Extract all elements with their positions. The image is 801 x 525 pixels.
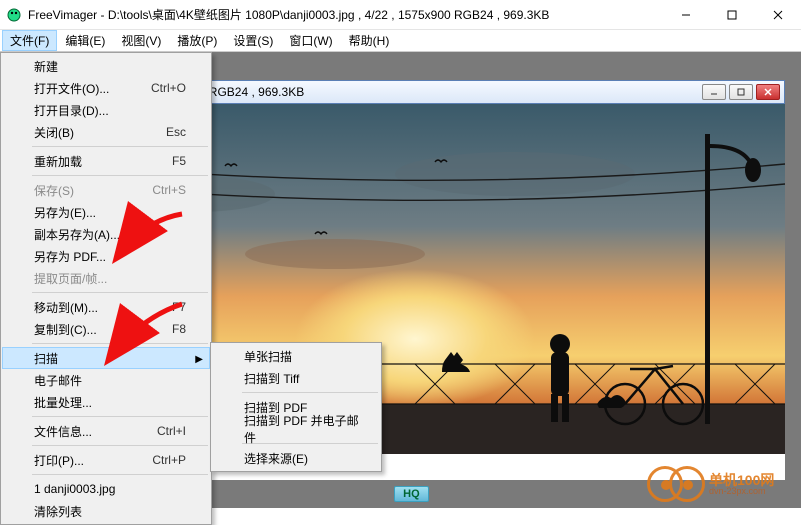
window-title: FreeVimager - D:\tools\桌面\4K壁纸图片 1080P\d… bbox=[28, 6, 663, 23]
menu-item-label: 新建 bbox=[34, 58, 58, 75]
menu-item[interactable]: 扫描到 PDF 并电子邮件 bbox=[212, 418, 380, 440]
menu-item-label: 打开目录(D)... bbox=[34, 102, 109, 119]
menu-item[interactable]: 新建 bbox=[2, 55, 210, 77]
menu-window[interactable]: 窗口(W) bbox=[281, 30, 340, 51]
menu-settings[interactable]: 设置(S) bbox=[225, 30, 281, 51]
menu-item-label: 打开文件(O)... bbox=[34, 80, 109, 97]
file-path: D:\tools\桌面\4K壁纸图片 1080P\danji0003.jpg ,… bbox=[108, 8, 550, 22]
menu-item-label: 1 danji0003.jpg bbox=[34, 482, 115, 496]
watermark-url: dvn-23px.com bbox=[709, 487, 774, 496]
menu-item-label: 扫描到 Tiff bbox=[244, 370, 299, 387]
menu-separator bbox=[32, 175, 208, 176]
child-close-button[interactable] bbox=[756, 84, 780, 100]
menu-item[interactable]: 打开文件(O)... Ctrl+O bbox=[2, 77, 210, 99]
menu-item-label: 打印(P)... bbox=[34, 452, 84, 469]
menu-item[interactable]: 清除列表 bbox=[2, 500, 210, 522]
site-watermark: 单机100网 dvn-23px.com bbox=[647, 462, 797, 506]
minimize-button[interactable] bbox=[663, 0, 709, 29]
close-button[interactable] bbox=[755, 0, 801, 29]
menu-item-label: 扫描到 PDF 并电子邮件 bbox=[244, 412, 360, 446]
menu-edit[interactable]: 编辑(E) bbox=[57, 30, 113, 51]
menu-item[interactable]: 关闭(B) Esc bbox=[2, 121, 210, 143]
menu-item[interactable]: 批量处理... bbox=[2, 391, 210, 413]
mdi-client: danji0003.jpg , 4/22 , 1575x900 RGB24 , … bbox=[0, 52, 801, 508]
menu-item-label: 文件信息... bbox=[34, 423, 92, 440]
menu-item-label: 电子邮件 bbox=[34, 372, 82, 389]
menu-separator bbox=[32, 416, 208, 417]
menu-item-label: 扫描 bbox=[34, 350, 58, 367]
menu-shortcut: Ctrl+P bbox=[152, 453, 186, 467]
menu-item-label: 副本另存为(A)... bbox=[34, 226, 120, 243]
menu-shortcut: Ctrl+S bbox=[152, 183, 186, 197]
menu-item[interactable]: 扫描到 Tiff bbox=[212, 367, 380, 389]
menu-file[interactable]: 文件(F) bbox=[2, 30, 57, 51]
menu-item-label: 另存为 PDF... bbox=[34, 248, 106, 265]
menu-item[interactable]: 打印(P)... Ctrl+P bbox=[2, 449, 210, 471]
menu-shortcut: Ctrl+I bbox=[157, 424, 186, 438]
scan-submenu: 单张扫描扫描到 Tiff扫描到 PDF扫描到 PDF 并电子邮件选择来源(E) bbox=[210, 342, 382, 472]
menu-playback[interactable]: 播放(P) bbox=[169, 30, 225, 51]
maximize-button[interactable] bbox=[709, 0, 755, 29]
menubar: 文件(F) 编辑(E) 视图(V) 播放(P) 设置(S) 窗口(W) 帮助(H… bbox=[0, 30, 801, 52]
annotation-arrow bbox=[110, 210, 190, 275]
menu-separator bbox=[32, 292, 208, 293]
menu-separator bbox=[32, 146, 208, 147]
menu-item[interactable]: 1 danji0003.jpg bbox=[2, 478, 210, 500]
menu-item-label: 复制到(C)... bbox=[34, 321, 97, 338]
hq-button[interactable]: HQ bbox=[394, 486, 429, 502]
app-name: FreeVimager bbox=[28, 8, 97, 22]
watermark-icon bbox=[669, 466, 705, 502]
menu-shortcut: F5 bbox=[172, 154, 186, 168]
annotation-arrow bbox=[100, 300, 190, 375]
menu-item: 保存(S) Ctrl+S bbox=[2, 179, 210, 201]
menu-item-label: 选择来源(E) bbox=[244, 450, 308, 467]
app-icon bbox=[6, 7, 22, 23]
menu-item[interactable]: 打开目录(D)... bbox=[2, 99, 210, 121]
menu-item-label: 批量处理... bbox=[34, 394, 92, 411]
menu-item-label: 关闭(B) bbox=[34, 124, 74, 141]
submenu-arrow-icon: ▶ bbox=[195, 354, 203, 365]
menu-item-label: 移动到(M)... bbox=[34, 299, 98, 316]
menu-item[interactable]: 选择来源(E) bbox=[212, 447, 380, 469]
menu-item-label: 单张扫描 bbox=[244, 348, 292, 365]
menu-separator bbox=[242, 392, 378, 393]
menu-item-label: 另存为(E)... bbox=[34, 204, 96, 221]
file-menu-dropdown: 新建打开文件(O)... Ctrl+O 打开目录(D)... 关闭(B) Esc 重新加载… bbox=[0, 52, 212, 525]
menu-separator bbox=[32, 474, 208, 475]
child-maximize-button[interactable] bbox=[729, 84, 753, 100]
menu-item-label: 保存(S) bbox=[34, 182, 74, 199]
menu-item[interactable]: 文件信息... Ctrl+I bbox=[2, 420, 210, 442]
menu-item[interactable]: 重新加载 F5 bbox=[2, 150, 210, 172]
menu-item-label: 清除列表 bbox=[34, 503, 82, 520]
menu-shortcut: Ctrl+O bbox=[151, 81, 186, 95]
menu-help[interactable]: 帮助(H) bbox=[341, 30, 398, 51]
menu-shortcut: Esc bbox=[166, 125, 186, 139]
menu-separator bbox=[32, 445, 208, 446]
menu-item[interactable]: 单张扫描 bbox=[212, 345, 380, 367]
main-titlebar: FreeVimager - D:\tools\桌面\4K壁纸图片 1080P\d… bbox=[0, 0, 801, 30]
child-minimize-button[interactable] bbox=[702, 84, 726, 100]
menu-item-label: 提取页面/帧... bbox=[34, 270, 107, 287]
menu-view[interactable]: 视图(V) bbox=[113, 30, 169, 51]
menu-item-label: 重新加载 bbox=[34, 153, 82, 170]
